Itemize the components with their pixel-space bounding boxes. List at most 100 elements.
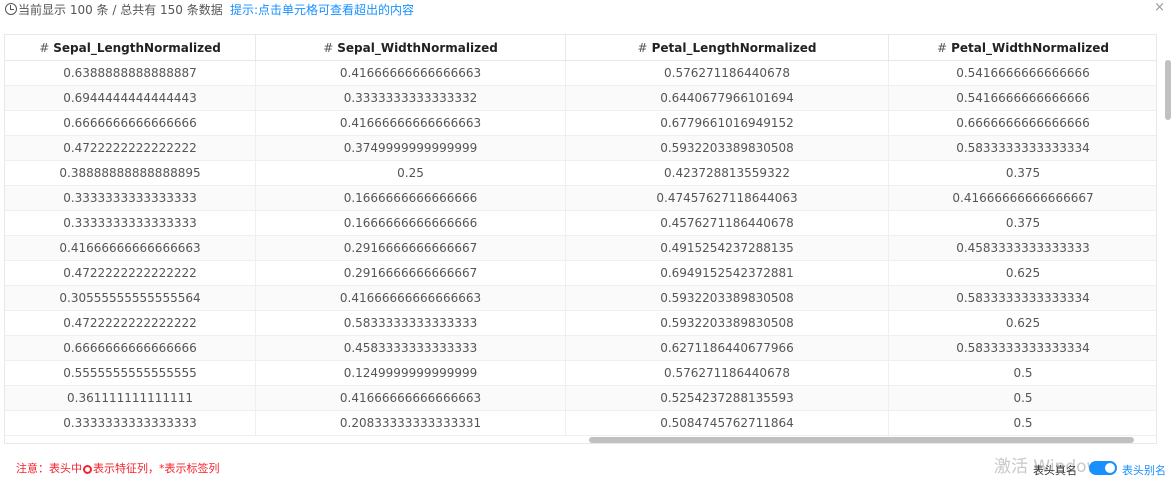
table-row[interactable]: 0.30555555555555564 0.41666666666666663 0.… [5, 286, 1156, 311]
table-cell[interactable]: 0.5254237288135593 [566, 386, 889, 411]
close-icon[interactable]: × [1154, 0, 1165, 18]
table-cell[interactable]: 0.6666666666666666 [889, 111, 1156, 136]
table-cell[interactable]: 0.6388888888888887 [5, 61, 256, 86]
table-cell[interactable]: 0.6949152542372881 [566, 261, 889, 286]
table-cell[interactable]: 0.20833333333333331 [256, 411, 566, 436]
clock-icon [5, 3, 17, 15]
table-cell[interactable]: 0.423728813559322 [566, 161, 889, 186]
table-cell[interactable]: 0.3749999999999999 [256, 136, 566, 161]
table-row[interactable]: 0.5555555555555555 0.1249999999999999 0.57… [5, 361, 1156, 386]
table-row[interactable]: 0.4722222222222222 0.5833333333333333 0.59… [5, 311, 1156, 336]
table-cell[interactable]: 0.5416666666666666 [889, 61, 1156, 86]
table-row[interactable]: 0.361111111111111 0.41666666666666663 0.52… [5, 386, 1156, 411]
table-cell[interactable]: 0.5555555555555555 [5, 361, 256, 386]
table-cell[interactable]: 0.4722222222222222 [5, 136, 256, 161]
table-cell[interactable]: 0.5 [889, 361, 1156, 386]
column-header-label: Sepal_WidthNormalized [337, 41, 498, 55]
table-cell[interactable]: 0.41666666666666663 [5, 236, 256, 261]
numeric-type-icon: # [937, 41, 948, 55]
table-cell[interactable]: 0.4583333333333333 [256, 336, 566, 361]
table-cell[interactable]: 0.6440677966101694 [566, 86, 889, 111]
table-cell[interactable]: 0.1249999999999999 [256, 361, 566, 386]
table-cell[interactable]: 0.2916666666666667 [256, 261, 566, 286]
table-cell[interactable]: 0.5084745762711864 [566, 411, 889, 436]
table-cell[interactable]: 0.41666666666666663 [256, 61, 566, 86]
table-cell[interactable]: 0.41666666666666663 [256, 286, 566, 311]
table-row[interactable]: 0.6944444444444443 0.3333333333333332 0.64… [5, 86, 1156, 111]
table-cell[interactable]: 0.576271186440678 [566, 361, 889, 386]
column-header-sepal-length[interactable]: # Sepal_LengthNormalized [5, 35, 256, 61]
table-cell[interactable]: 0.4915254237288135 [566, 236, 889, 261]
table-cell[interactable]: 0.25 [256, 161, 566, 186]
table-cell[interactable]: 0.47457627118644063 [566, 186, 889, 211]
table-cell[interactable]: 0.6666666666666666 [5, 111, 256, 136]
toggle-label-real-name: 表头真名 [1033, 464, 1077, 477]
table-row[interactable]: 0.3333333333333333 0.1666666666666666 0.47… [5, 186, 1156, 211]
numeric-type-icon: # [637, 41, 648, 55]
table-cell[interactable]: 0.1666666666666666 [256, 186, 566, 211]
table-cell[interactable]: 0.4576271186440678 [566, 211, 889, 236]
table-cell[interactable]: 0.5932203389830508 [566, 136, 889, 161]
table-cell[interactable]: 0.5833333333333333 [256, 311, 566, 336]
table-cell[interactable]: 0.5932203389830508 [566, 286, 889, 311]
data-table: # Sepal_LengthNormalized # Sepal_WidthNorm… [4, 34, 1157, 444]
table-cell[interactable]: 0.5 [889, 386, 1156, 411]
table-cell[interactable]: 0.3333333333333333 [5, 211, 256, 236]
table-cell[interactable]: 0.41666666666666663 [256, 386, 566, 411]
scrollbar-thumb[interactable] [1165, 60, 1171, 120]
table-cell[interactable]: 0.3333333333333333 [5, 411, 256, 436]
table-cell[interactable]: 0.6779661016949152 [566, 111, 889, 136]
table-cell[interactable]: 0.5 [889, 411, 1156, 436]
table-cell[interactable]: 0.3333333333333333 [5, 186, 256, 211]
table-row[interactable]: 0.38888888888888895 0.25 0.423728813559322… [5, 161, 1156, 186]
table-cell[interactable]: 0.38888888888888895 [5, 161, 256, 186]
numeric-type-icon: # [323, 41, 334, 55]
table-cell[interactable]: 0.6944444444444443 [5, 86, 256, 111]
table-cell[interactable]: 0.375 [889, 211, 1156, 236]
column-header-label: Petal_WidthNormalized [951, 41, 1109, 55]
table-cell[interactable]: 0.361111111111111 [5, 386, 256, 411]
table-cell[interactable]: 0.6666666666666666 [5, 336, 256, 361]
table-cell[interactable]: 0.4583333333333333 [889, 236, 1156, 261]
table-row[interactable]: 0.41666666666666663 0.2916666666666667 0.4… [5, 236, 1156, 261]
table-row[interactable]: 0.4722222222222222 0.2916666666666667 0.69… [5, 261, 1156, 286]
table-cell[interactable]: 0.5416666666666666 [889, 86, 1156, 111]
column-header-sepal-width[interactable]: # Sepal_WidthNormalized [256, 35, 566, 61]
horizontal-scrollbar[interactable] [4, 437, 1140, 443]
table-row[interactable]: 0.4722222222222222 0.3749999999999999 0.59… [5, 136, 1156, 161]
hint-text: 提示:点击单元格可查看超出的内容 [230, 3, 415, 17]
table-row[interactable]: 0.6388888888888887 0.41666666666666663 0.5… [5, 61, 1156, 86]
table-row[interactable]: 0.3333333333333333 0.1666666666666666 0.45… [5, 211, 1156, 236]
table-row[interactable]: 0.6666666666666666 0.41666666666666663 0.6… [5, 111, 1156, 136]
table-cell[interactable]: 0.5833333333333334 [889, 136, 1156, 161]
table-cell[interactable]: 0.5932203389830508 [566, 311, 889, 336]
scrollbar-thumb[interactable] [589, 437, 1134, 443]
column-header-petal-length[interactable]: # Petal_LengthNormalized [566, 35, 889, 61]
table-header: # Sepal_LengthNormalized # Sepal_WidthNorm… [5, 35, 1156, 61]
legend-note: 注意：表头中 表示特征列，*表示标签列 [16, 460, 220, 476]
toggle-label-alias: 表头别名 [1122, 464, 1166, 477]
table-cell[interactable]: 0.4722222222222222 [5, 261, 256, 286]
table-cell[interactable]: 0.5833333333333334 [889, 336, 1156, 361]
column-header-label: Petal_LengthNormalized [651, 41, 817, 55]
table-cell[interactable]: 0.6271186440677966 [566, 336, 889, 361]
table-cell[interactable]: 0.4722222222222222 [5, 311, 256, 336]
table-cell[interactable]: 0.41666666666666663 [256, 111, 566, 136]
table-cell[interactable]: 0.576271186440678 [566, 61, 889, 86]
table-row[interactable]: 0.6666666666666666 0.4583333333333333 0.62… [5, 336, 1156, 361]
legend-note-suffix: 表示特征列，*表示标签列 [93, 462, 220, 475]
table-cell[interactable]: 0.41666666666666667 [889, 186, 1156, 211]
numeric-type-icon: # [39, 41, 50, 55]
header-alias-toggle[interactable] [1089, 461, 1117, 475]
table-cell[interactable]: 0.625 [889, 261, 1156, 286]
table-cell[interactable]: 0.5833333333333334 [889, 286, 1156, 311]
vertical-scrollbar[interactable] [1165, 60, 1171, 440]
table-cell[interactable]: 0.1666666666666666 [256, 211, 566, 236]
table-cell[interactable]: 0.625 [889, 311, 1156, 336]
table-cell[interactable]: 0.30555555555555564 [5, 286, 256, 311]
table-cell[interactable]: 0.375 [889, 161, 1156, 186]
table-cell[interactable]: 0.2916666666666667 [256, 236, 566, 261]
table-row[interactable]: 0.3333333333333333 0.20833333333333331 0.5… [5, 411, 1156, 436]
table-cell[interactable]: 0.3333333333333332 [256, 86, 566, 111]
column-header-petal-width[interactable]: # Petal_WidthNormalized [889, 35, 1156, 61]
